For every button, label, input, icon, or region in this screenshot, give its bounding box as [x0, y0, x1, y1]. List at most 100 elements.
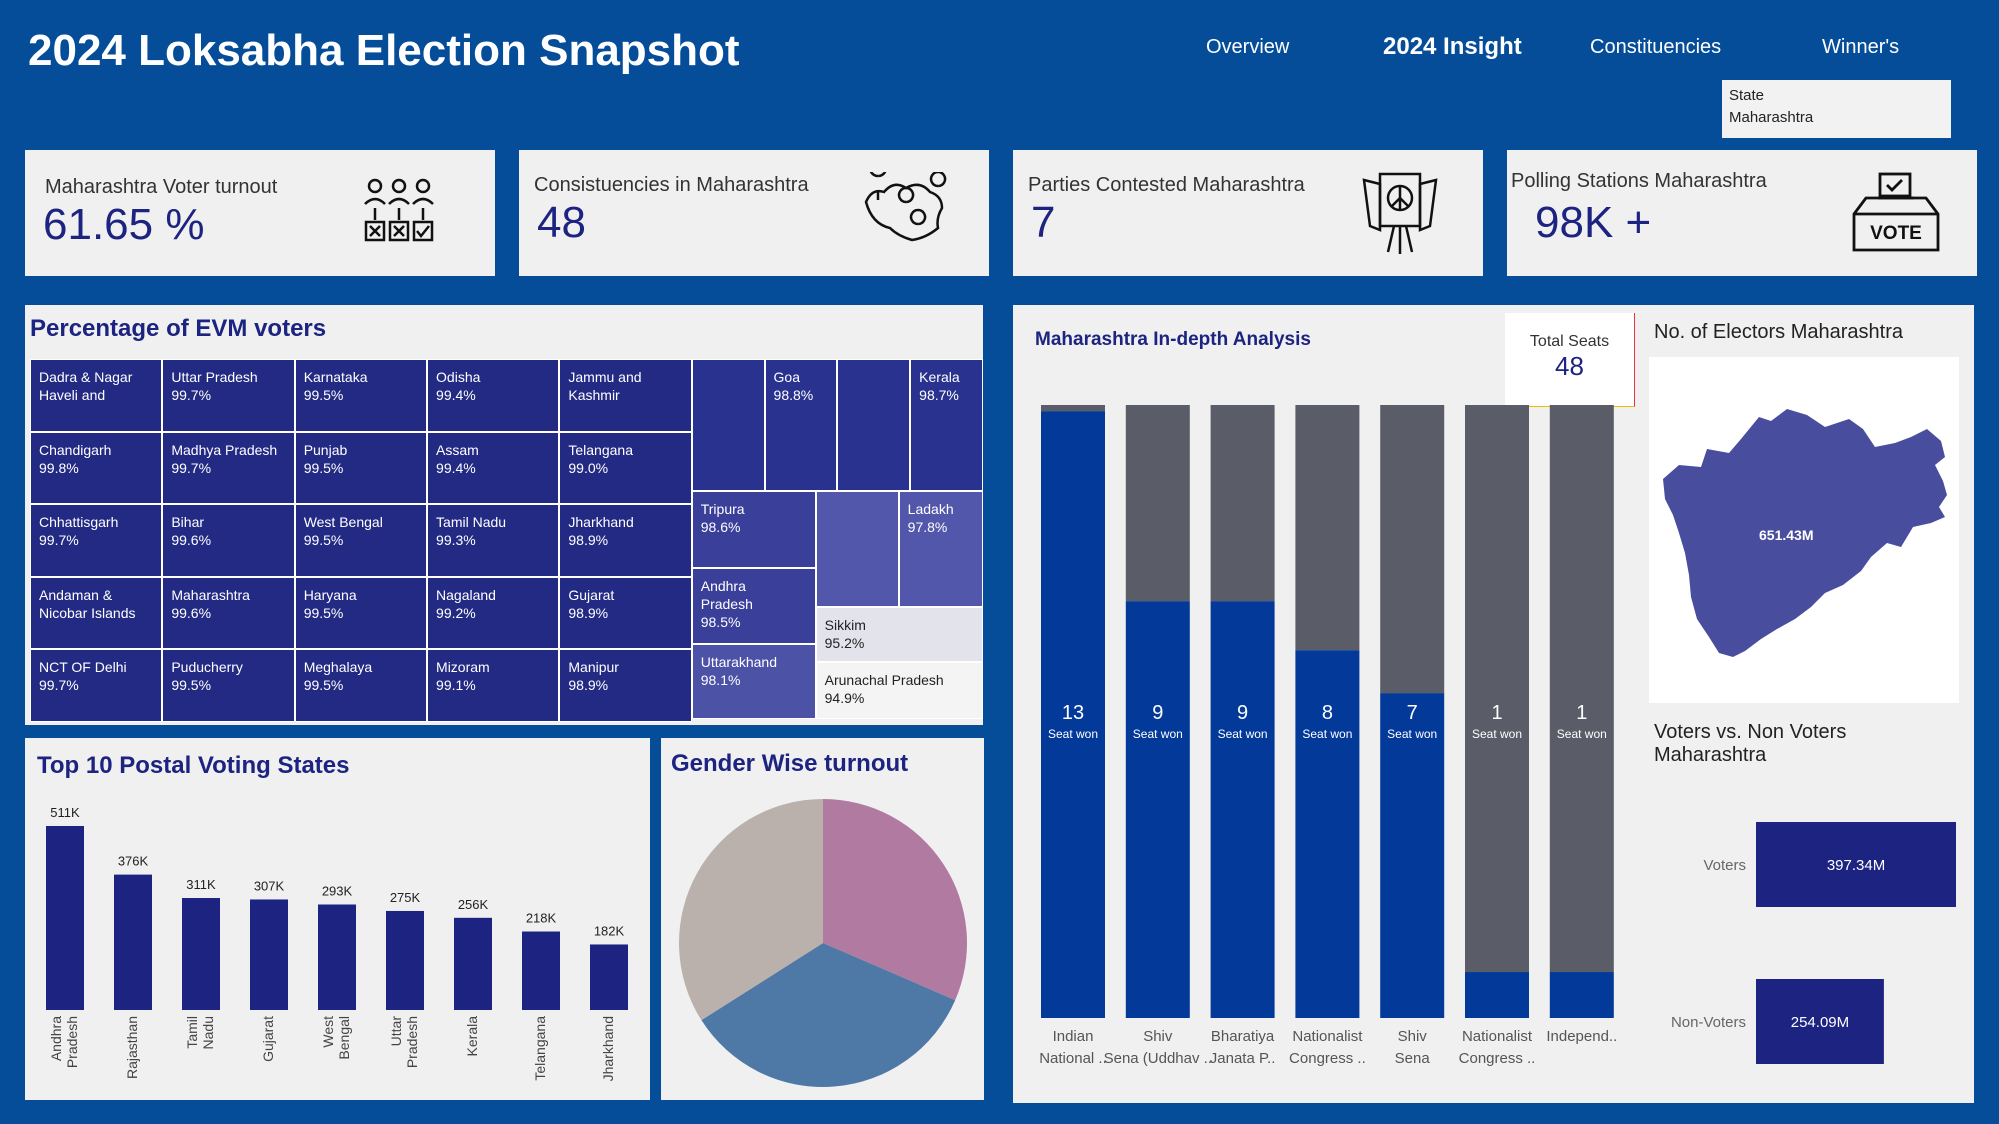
- treemap-cell-label: Jammu and Kashmir: [568, 369, 642, 403]
- treemap-cell[interactable]: [815, 491, 899, 608]
- svg-text:VOTE: VOTE: [1870, 223, 1922, 244]
- postal-category-label: Gujarat: [260, 1016, 276, 1062]
- treemap-cell-label: Nagaland: [436, 586, 496, 603]
- treemap-cell[interactable]: Telangana 99.0%: [559, 431, 692, 504]
- treemap-cell-value: 99.5%: [303, 387, 344, 403]
- treemap-cell-label: Madhya Pradesh: [171, 441, 278, 458]
- treemap-cell[interactable]: Odisha 99.4%: [427, 359, 560, 432]
- treemap-cell-label: NCT OF Delhi: [39, 659, 127, 676]
- postal-category-label: Uttar: [388, 1016, 404, 1047]
- postal-category-label: Telangana: [532, 1016, 548, 1081]
- treemap-cell-label: Tamil Nadu: [436, 514, 507, 531]
- treemap-cell[interactable]: Ladakh 97.8%: [898, 491, 983, 608]
- treemap-cell[interactable]: Arunachal Pradesh 94.9%: [815, 661, 983, 719]
- nav-winners[interactable]: Winner's: [1822, 36, 1899, 59]
- postal-bar-label: 218K: [526, 911, 557, 926]
- treemap-cell[interactable]: Madhya Pradesh 99.7%: [162, 431, 295, 504]
- treemap-cell-value: 98.7%: [919, 387, 959, 403]
- treemap-cell[interactable]: Assam 99.4%: [427, 431, 560, 504]
- treemap-cell[interactable]: Bihar 99.6%: [162, 504, 295, 577]
- kpi-label: Polling Stations Maharashtra: [1511, 170, 1767, 192]
- nav-overview[interactable]: Overview: [1206, 36, 1289, 59]
- party-label: Sena (Uddhav ..: [1104, 1050, 1212, 1067]
- seat-count-label: 1: [1576, 702, 1587, 724]
- treemap-cell[interactable]: Manipur 98.9%: [559, 649, 692, 722]
- postal-category-label: Kerala: [464, 1016, 480, 1057]
- treemap-cell[interactable]: Nagaland 99.2%: [427, 576, 560, 650]
- postal-category-label: Andhra: [48, 1016, 64, 1061]
- treemap-cell-label: Chhattisgarh: [39, 514, 119, 531]
- party-label: Nationalist: [1292, 1028, 1363, 1045]
- postal-bar-label: 275K: [390, 890, 421, 905]
- voters-chart: Voters 397.34M Non-Voters 254.09M: [1671, 822, 1956, 1064]
- kpi-card-polling: Polling Stations Maharashtra 98K + VOTE: [1507, 150, 1977, 276]
- treemap-cell[interactable]: Puducherry 99.5%: [162, 649, 295, 722]
- treemap-cell-label: Manipur: [568, 659, 619, 676]
- treemap-cell[interactable]: Jammu and Kashmir: [559, 359, 692, 432]
- treemap-cell-label: Andhra Pradesh: [700, 577, 753, 612]
- treemap-cell-label: Kerala: [919, 369, 960, 385]
- party-label: Sena: [1395, 1050, 1431, 1067]
- nav-constituencies[interactable]: Constituencies: [1590, 36, 1721, 59]
- state-filter[interactable]: State Maharashtra: [1722, 80, 1951, 138]
- nav-2024-insight[interactable]: 2024 Insight: [1383, 33, 1522, 61]
- party-label: Nationalist: [1462, 1028, 1533, 1045]
- treemap-cell-value: 99.5%: [303, 532, 344, 549]
- treemap-cell-value: 99.3%: [436, 532, 476, 549]
- treemap-cell-label: Meghalaya: [303, 659, 373, 676]
- treemap-cell[interactable]: Haryana 99.5%: [294, 576, 428, 650]
- map-pins-icon: [864, 172, 947, 242]
- election-sign-icon: [1362, 172, 1438, 254]
- seat-won-label: Seat won: [1048, 727, 1098, 741]
- seat-count-label: 1: [1491, 702, 1502, 724]
- seat-bar-lost: [1549, 405, 1614, 973]
- treemap-cell-value: 94.9%: [824, 689, 865, 706]
- kpi-value: 98K +: [1535, 198, 1652, 247]
- treemap-cell[interactable]: Andhra Pradesh 98.5%: [691, 567, 816, 644]
- treemap-cell-label: Uttar Pradesh: [171, 369, 258, 385]
- evm-panel: Percentage of EVM voters Dadra & Nagar H…: [25, 305, 983, 725]
- treemap-cell[interactable]: Chhattisgarh 99.7%: [30, 504, 163, 577]
- treemap-cell[interactable]: Tripura 98.6%: [691, 491, 816, 568]
- treemap-cell[interactable]: Meghalaya 99.5%: [294, 649, 428, 722]
- treemap-cell[interactable]: Maharashtra 99.6%: [162, 576, 295, 650]
- treemap-cell[interactable]: Dadra & Nagar Haveli and: [30, 359, 163, 432]
- treemap-cell[interactable]: West Bengal 99.5%: [294, 504, 428, 577]
- electors-title: No. of Electors Maharashtra: [1654, 321, 1903, 343]
- treemap-cell[interactable]: Uttar Pradesh 99.7%: [162, 359, 295, 432]
- treemap-cell[interactable]: Goa 98.8%: [764, 359, 838, 492]
- treemap-cell[interactable]: Sikkim 95.2%: [815, 607, 983, 662]
- analysis-panel: Maharashtra In-depth Analysis Total Seat…: [1013, 305, 1974, 1103]
- state-filter-value: Maharashtra: [1729, 109, 1814, 126]
- seat-won-label: Seat won: [1387, 727, 1437, 741]
- treemap-cell[interactable]: Tamil Nadu 99.3%: [427, 504, 560, 577]
- postal-category-label: Pradesh: [64, 1016, 80, 1068]
- treemap-cell[interactable]: Uttarakhand 98.1%: [691, 643, 816, 719]
- treemap-cell-value: 97.8%: [907, 519, 948, 536]
- treemap-cell[interactable]: Kerala 98.7%: [910, 359, 983, 492]
- party-label: Independ..: [1546, 1028, 1617, 1045]
- party-label: Janata P..: [1210, 1050, 1276, 1067]
- postal-category-label: Nadu: [200, 1016, 216, 1049]
- treemap-cell-label: Telangana: [568, 441, 633, 458]
- treemap-cell-label: Punjab: [303, 441, 348, 458]
- treemap-cell[interactable]: Punjab 99.5%: [294, 431, 428, 504]
- treemap-cell-value: 98.5%: [700, 613, 741, 630]
- evm-treemap: Dadra & Nagar Haveli and Uttar Pradesh 99.…: [30, 359, 983, 722]
- treemap-cell[interactable]: Gujarat 98.9%: [559, 576, 692, 650]
- treemap-cell[interactable]: Jharkhand 98.9%: [559, 504, 692, 577]
- treemap-cell[interactable]: Chandigarh 99.8%: [30, 431, 163, 504]
- treemap-cell[interactable]: [837, 359, 911, 492]
- postal-bar: [590, 944, 628, 1010]
- treemap-cell-value: 99.7%: [171, 387, 212, 403]
- treemap-cell[interactable]: NCT OF Delhi 99.7%: [30, 649, 163, 722]
- treemap-cell-value: 98.6%: [700, 519, 741, 536]
- treemap-cell[interactable]: Mizoram 99.1%: [427, 649, 560, 722]
- treemap-cell[interactable]: [691, 359, 765, 492]
- treemap-cell[interactable]: Andaman & Nicobar Islands: [30, 576, 163, 650]
- treemap-cell-label: Jharkhand: [568, 514, 634, 531]
- voters-ballot-icon: [364, 178, 434, 242]
- kpi-value: 61.65 %: [43, 200, 205, 249]
- treemap-cell-label: Puducherry: [171, 659, 243, 676]
- treemap-cell[interactable]: Karnataka 99.5%: [294, 359, 428, 432]
